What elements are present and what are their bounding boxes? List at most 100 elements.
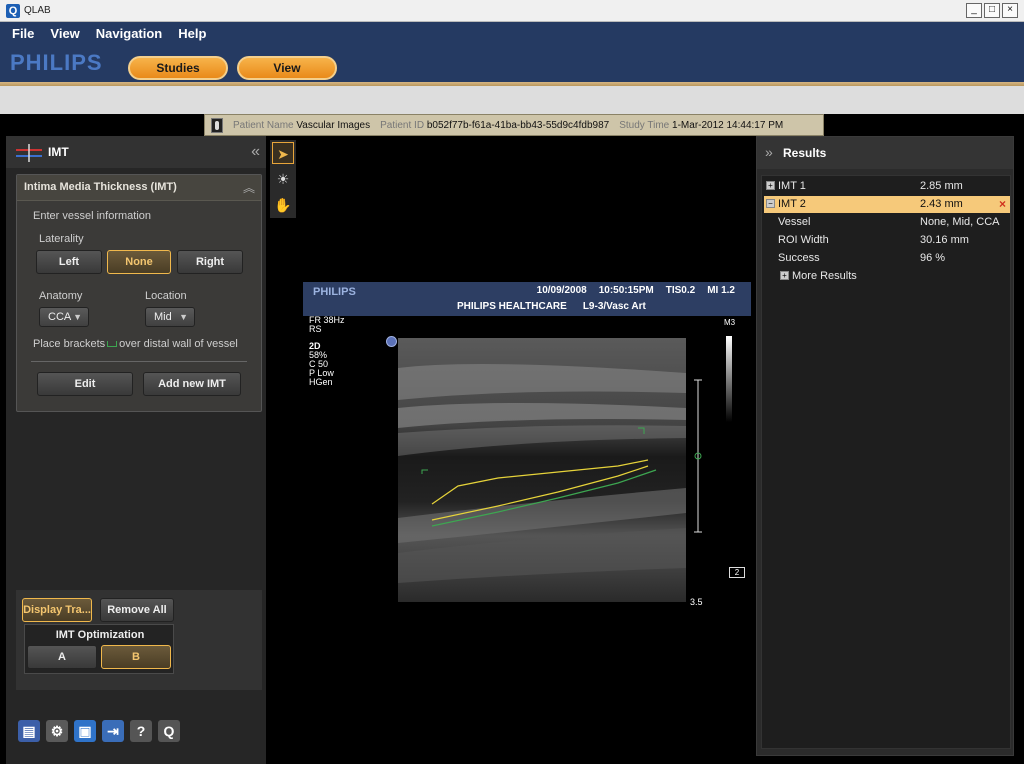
detail-name: Vessel (778, 216, 811, 228)
bottom-toolbar: ▤ ⚙ ▣ ⇥ ? Q (18, 720, 180, 742)
filmstrip-icon[interactable]: ▤ (18, 720, 40, 742)
expand-icon[interactable]: + (780, 271, 789, 280)
pointer-tool-icon[interactable]: ➤ (272, 142, 294, 164)
save-icon[interactable]: ▣ (74, 720, 96, 742)
tab-view[interactable]: View (237, 56, 337, 80)
laterality-label: Laterality (39, 233, 84, 245)
imt-panel: IMT « Intima Media Thickness (IMT) ︽ Ent… (6, 136, 266, 764)
location-label: Location (145, 290, 187, 302)
export-icon[interactable]: ⇥ (102, 720, 124, 742)
close-button[interactable]: × (1002, 3, 1018, 18)
location-dropdown[interactable]: Mid ▼ (145, 307, 195, 327)
tis-value: TIS0.2 (665, 285, 696, 296)
detail-row-vessel: Vessel None, Mid, CCA (764, 214, 1010, 231)
place-brackets-text-1: Place brackets (33, 338, 106, 350)
place-brackets-hint: Place brackets over distal wall of vessel (33, 338, 238, 350)
detail-value: 30.16 mm (920, 234, 969, 246)
imt-panel-header: IMT « (6, 136, 266, 168)
patient-icon (211, 117, 223, 133)
imt-section: Intima Media Thickness (IMT) ︽ Enter ves… (16, 174, 262, 412)
pan-tool-icon[interactable]: ✋ (272, 194, 294, 216)
menu-file[interactable]: File (12, 26, 34, 41)
patient-info-bar: Patient Name Vascular Images Patient ID … (204, 114, 824, 136)
maximize-button[interactable]: □ (984, 3, 1000, 18)
depth-label: 3.5 (690, 597, 703, 607)
collapse-panel-icon[interactable]: « (251, 143, 260, 161)
param-hgen: HGen (309, 377, 333, 387)
mi-value: MI 1.2 (707, 285, 735, 296)
laterality-left-button[interactable]: Left (36, 250, 102, 274)
laterality-none-button[interactable]: None (107, 250, 171, 274)
place-brackets-text-2: over distal wall of vessel (119, 338, 238, 350)
collapse-section-icon[interactable]: ︽ (243, 179, 255, 196)
bracket-icon (107, 341, 118, 348)
result-value: 2.85 mm (920, 180, 963, 192)
imt-section-title: Intima Media Thickness (IMT) (24, 181, 177, 193)
remove-all-button[interactable]: Remove All (100, 598, 174, 622)
patient-name-label: Patient Name (233, 119, 294, 131)
patient-id: b052f77b-f61a-41ba-bb43-55d9c4fdb987 (426, 119, 610, 131)
help-icon[interactable]: ? (130, 720, 152, 742)
divider (31, 361, 247, 362)
map-label: M3 (724, 318, 736, 327)
expand-icon[interactable]: + (766, 181, 775, 190)
ultrasound-org-info: PHILIPS HEALTHCARE L9-3/Vasc Art (457, 301, 646, 312)
imt-icon (16, 144, 42, 162)
edit-button[interactable]: Edit (37, 372, 133, 396)
image-viewer[interactable]: ➤ ☀ ✋ PHILIPS 10/09/2008 10:50:15PM TIS0… (266, 136, 756, 764)
results-list: + IMT 1 2.85 mm − IMT 2 2.43 mm × Vessel… (761, 175, 1011, 749)
patient-id-label: Patient ID (380, 119, 425, 131)
ultrasound-params: FR 38Hz RS 2D 58% C 50 P Low HGen (309, 316, 345, 387)
laterality-right-button[interactable]: Right (177, 250, 243, 274)
detail-name: Success (778, 252, 820, 264)
result-row-imt1[interactable]: + IMT 1 2.85 mm (764, 178, 1010, 195)
menu-help[interactable]: Help (178, 26, 206, 41)
minimize-button[interactable]: _ (966, 3, 982, 18)
qlab-icon[interactable]: Q (158, 720, 180, 742)
imt-actions-area: Display Tra... Remove All IMT Optimizati… (16, 590, 262, 690)
menu-view[interactable]: View (50, 26, 79, 41)
detail-row-success: Success 96 % (764, 250, 1010, 267)
optimization-a-button[interactable]: A (27, 645, 97, 669)
detail-value: 96 % (920, 252, 946, 264)
result-name: IMT 1 (778, 180, 806, 192)
more-results[interactable]: + More Results (764, 268, 1010, 285)
delete-icon[interactable]: × (999, 197, 1006, 211)
collapse-icon[interactable]: − (766, 199, 775, 208)
imt-panel-title: IMT (48, 145, 69, 159)
study-time: 1-Mar-2012 14:44:17 PM (672, 119, 784, 131)
result-row-imt2[interactable]: − IMT 2 2.43 mm × (764, 196, 1010, 213)
imt-optimization-title: IMT Optimization (55, 629, 145, 641)
ultrasound-acquisition-info: 10/09/2008 10:50:15PM TIS0.2 MI 1.2 (537, 285, 735, 296)
results-title: Results (783, 146, 827, 160)
detail-name: ROI Width (778, 234, 829, 246)
chevron-down-icon: ▼ (73, 312, 82, 322)
grayscale-bar (726, 336, 732, 422)
ultrasound-brand: PHILIPS (313, 286, 356, 298)
window-controls: _ □ × (966, 3, 1018, 18)
anatomy-dropdown[interactable]: CCA ▼ (39, 307, 89, 327)
expand-panel-icon[interactable]: » (765, 144, 773, 160)
detail-row-roi-width: ROI Width 30.16 mm (764, 232, 1010, 249)
ultrasound-header: PHILIPS 10/09/2008 10:50:15PM TIS0.2 MI … (303, 282, 751, 316)
brightness-tool-icon[interactable]: ☀ (272, 168, 294, 190)
tool-strip: ➤ ☀ ✋ (270, 140, 296, 218)
add-new-imt-button[interactable]: Add new IMT (143, 372, 241, 396)
patient-name: Vascular Images (296, 119, 371, 131)
menu-navigation[interactable]: Navigation (96, 26, 162, 41)
more-results-label: More Results (792, 270, 857, 282)
probe: L9-3/Vasc Art (582, 301, 646, 312)
gear-icon[interactable]: ⚙ (46, 720, 68, 742)
result-value: 2.43 mm (920, 198, 963, 210)
imt-optimization-group: IMT Optimization A B (24, 624, 174, 674)
info-icon[interactable] (386, 336, 397, 347)
ultrasound-image[interactable] (398, 338, 686, 602)
menu-bar: File View Navigation Help (12, 26, 206, 41)
qlab-app-icon: Q (6, 4, 20, 18)
display-traces-button[interactable]: Display Tra... (22, 598, 92, 622)
detail-value: None, Mid, CCA (920, 216, 1000, 228)
optimization-b-button[interactable]: B (101, 645, 171, 669)
tab-studies[interactable]: Studies (128, 56, 228, 80)
chevron-down-icon: ▼ (179, 312, 188, 322)
results-panel: » Results + IMT 1 2.85 mm − IMT 2 2.43 m… (756, 136, 1014, 756)
